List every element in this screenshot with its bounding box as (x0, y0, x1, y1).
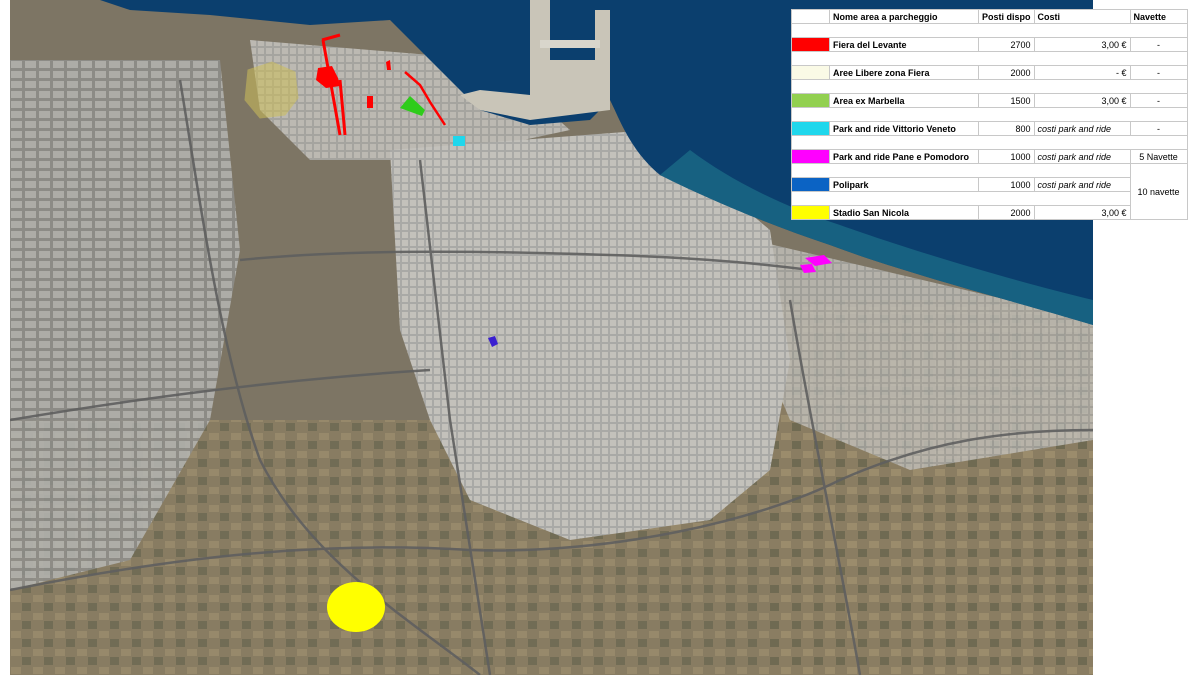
legend-swatch (791, 65, 830, 80)
legend-spacer (791, 163, 1131, 178)
color-swatch-magenta (792, 150, 829, 163)
legend-spacer (791, 191, 1131, 206)
legend-row: Area ex Marbella 1500 3,00 € - (791, 93, 1188, 108)
legend-row-posti: 1000 (978, 177, 1035, 192)
legend-row-navette-merged: 10 navette (1129, 163, 1188, 220)
legend-spacer (791, 79, 1188, 94)
legend-swatch (791, 149, 830, 164)
legend-row-name: Polipark (829, 177, 979, 192)
legend-row-costi: costi park and ride (1033, 149, 1131, 164)
legend-row-posti: 2000 (978, 205, 1035, 220)
legend-spacer (791, 107, 1188, 122)
legend-row-navette: 5 Navette (1129, 149, 1188, 164)
color-swatch-yellow (792, 206, 829, 219)
legend-row-costi: costi park and ride (1033, 121, 1131, 136)
legend-row-costi: 3,00 € (1033, 205, 1131, 220)
legend-swatch (791, 93, 830, 108)
legend-row-costi: 3,00 € (1033, 37, 1131, 52)
color-swatch-cyan (792, 122, 829, 135)
legend-row-name: Stadio San Nicola (829, 205, 979, 220)
legend-swatch (791, 37, 830, 52)
legend-row-navette: - (1129, 93, 1188, 108)
parking-legend-table: Nome area a parcheggio Posti dispo Costi… (791, 9, 1188, 220)
legend-row-costi: costi park and ride (1033, 177, 1131, 192)
legend-row-name: Park and ride Vittorio Veneto (829, 121, 979, 136)
legend-header-blank (791, 9, 830, 24)
legend-swatch (791, 205, 830, 220)
legend-row-posti: 800 (978, 121, 1035, 136)
legend-spacer (791, 135, 1188, 150)
color-swatch-green (792, 94, 829, 107)
legend-row-name: Area ex Marbella (829, 93, 979, 108)
legend-header-posti: Posti dispo (978, 9, 1035, 24)
legend-row: Fiera del Levante 2700 3,00 € - (791, 37, 1188, 52)
area-stadio-san-nicola[interactable] (327, 582, 385, 632)
legend-row-posti: 1500 (978, 93, 1035, 108)
legend-row: Aree Libere zona Fiera 2000 - € - (791, 65, 1188, 80)
legend-row-navette: - (1129, 65, 1188, 80)
legend-row-costi: 3,00 € (1033, 93, 1131, 108)
legend-row: Park and ride Vittorio Veneto 800 costi … (791, 121, 1188, 136)
legend-header-row: Nome area a parcheggio Posti dispo Costi… (791, 9, 1188, 24)
legend-row-navette: - (1129, 121, 1188, 136)
legend-row-name: Park and ride Pane e Pomodoro (829, 149, 979, 164)
legend-swatch (791, 121, 830, 136)
legend-row: Park and ride Pane e Pomodoro 1000 costi… (791, 149, 1188, 164)
legend-swatch (791, 177, 830, 192)
legend-header-name: Nome area a parcheggio (829, 9, 979, 24)
area-vittorio-veneto[interactable] (453, 136, 465, 146)
color-swatch-cream (792, 66, 829, 79)
pier (540, 40, 600, 48)
legend-spacer (791, 23, 1188, 38)
color-swatch-blue (792, 178, 829, 191)
legend-row-posti: 2700 (978, 37, 1035, 52)
legend-row-posti: 2000 (978, 65, 1035, 80)
color-swatch-red (792, 38, 829, 51)
legend-spacer (791, 51, 1188, 66)
legend-row-posti: 1000 (978, 149, 1035, 164)
legend-row-costi: - € (1033, 65, 1131, 80)
legend-row-name: Aree Libere zona Fiera (829, 65, 979, 80)
legend-row: Polipark 1000 costi park and ride (791, 177, 1188, 192)
legend-row: Stadio San Nicola 2000 3,00 € (791, 205, 1188, 220)
legend-row-navette: - (1129, 37, 1188, 52)
legend-header-navette: Navette (1129, 9, 1188, 24)
legend-header-costi: Costi (1033, 9, 1131, 24)
fiera-block-south (367, 96, 373, 108)
legend-row-name: Fiera del Levante (829, 37, 979, 52)
